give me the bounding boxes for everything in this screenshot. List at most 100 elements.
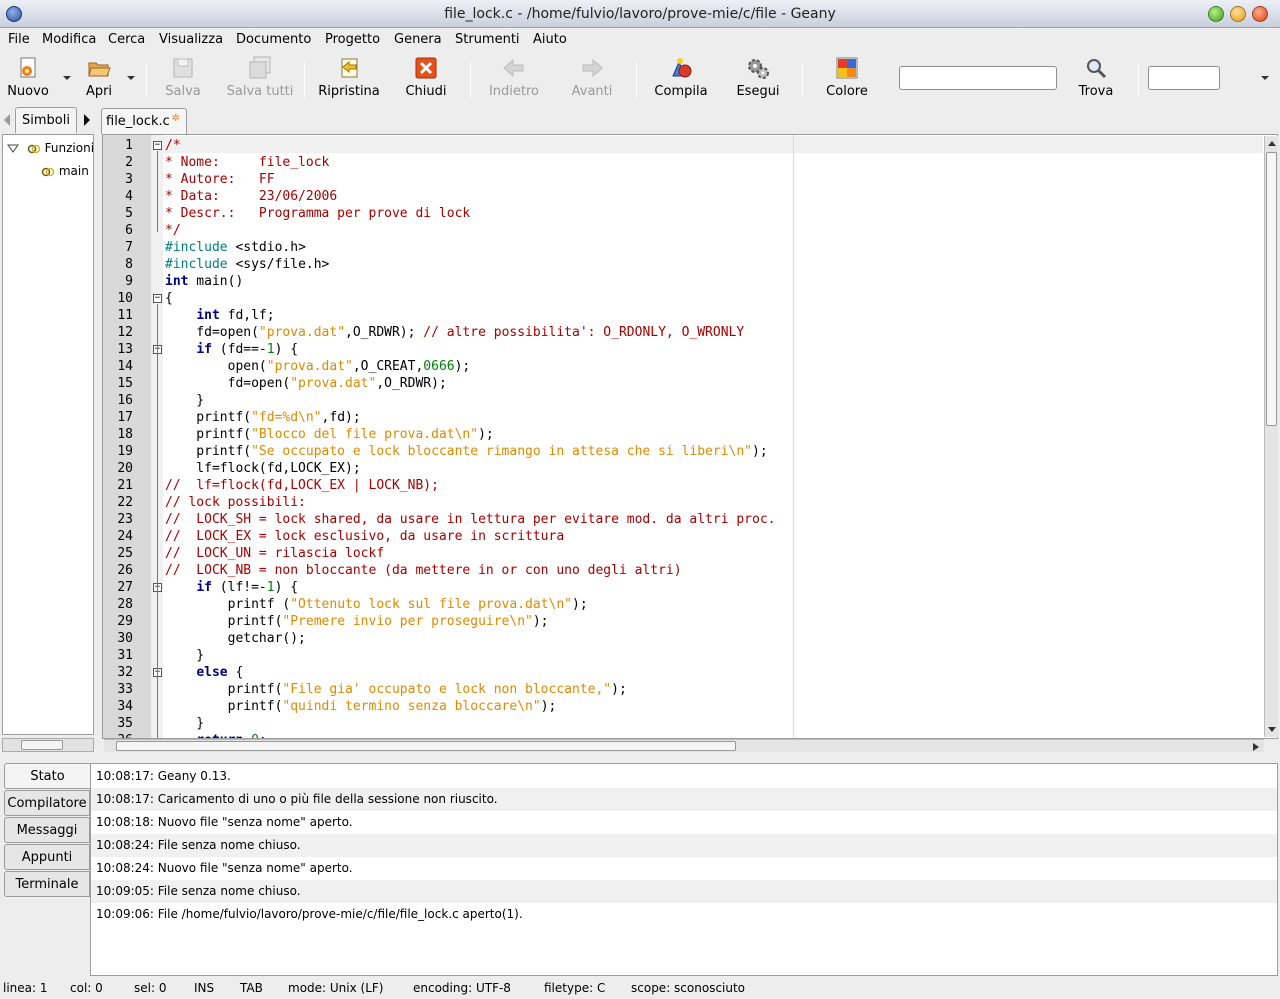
scroll-right-icon[interactable]: [1252, 742, 1260, 752]
goto-line-input[interactable]: [1148, 66, 1220, 90]
expander-down-icon[interactable]: [7, 144, 19, 154]
tree-group-funzioni[interactable]: Funzioni: [7, 141, 94, 155]
status-eol-mode: mode: Unix (LF): [288, 981, 384, 995]
code-line: printf("Se occupato e lock bloccante rim…: [165, 444, 768, 459]
sidebar-horizontal-scrollbar[interactable]: [2, 738, 94, 752]
code-line: }: [165, 648, 205, 663]
fold-margin[interactable]: −−−−−: [151, 135, 163, 738]
code-line: * Data: 23/06/2006: [165, 189, 338, 204]
status-message-row[interactable]: 10:08:17: Caricamento di uno o più file …: [91, 788, 1277, 811]
menu-strumenti[interactable]: Strumenti: [455, 32, 520, 47]
scrollbar-thumb[interactable]: [21, 740, 63, 750]
open-button[interactable]: Apri: [84, 56, 114, 100]
tab-scroll-right-icon[interactable]: [82, 113, 92, 127]
status-message-row[interactable]: 10:09:06: File /home/fulvio/lavoro/prove…: [91, 903, 1277, 926]
tab-messaggi[interactable]: Messaggi: [4, 817, 90, 843]
line-number: 24: [117, 529, 133, 544]
close-button[interactable]: Chiudi: [404, 56, 448, 100]
code-line: getchar();: [165, 631, 306, 646]
code-line: else {: [196, 665, 244, 680]
code-line: fd=open("prova.dat",O_RDWR);: [165, 376, 447, 391]
menu-documento[interactable]: Documento: [236, 32, 311, 47]
menu-file[interactable]: File: [8, 32, 30, 47]
back-label: Indietro: [488, 84, 540, 99]
revert-button[interactable]: Ripristina: [318, 56, 380, 100]
line-number: 25: [117, 546, 133, 561]
new-button[interactable]: Nuovo: [6, 56, 50, 100]
save-all-button[interactable]: Salva tutti: [226, 56, 294, 100]
tab-scroll-left-icon[interactable]: [2, 113, 12, 127]
status-message-row[interactable]: 10:08:24: Nuovo file "senza nome" aperto…: [91, 857, 1277, 880]
save-all-label: Salva tutti: [226, 84, 294, 99]
menu-modifica[interactable]: Modifica: [42, 32, 96, 47]
line-number: 22: [117, 495, 133, 510]
code-line: #include <stdio.h>: [165, 240, 306, 255]
document-tab[interactable]: file_lock.c ✲: [101, 108, 187, 134]
tab-stato[interactable]: Stato: [4, 763, 90, 789]
menu-aiuto[interactable]: Aiuto: [533, 32, 567, 47]
tree-item-main[interactable]: main: [41, 164, 89, 178]
code-line: return 0;: [165, 732, 266, 738]
code-line: int main(): [165, 274, 244, 289]
line-number: 31: [117, 648, 133, 663]
close-icon: [414, 56, 438, 80]
editor-horizontal-scrollbar[interactable]: [104, 739, 1264, 752]
color-label: Colore: [826, 84, 868, 99]
menu-genera[interactable]: Genera: [394, 32, 442, 47]
fold-line: [157, 151, 158, 232]
status-message-row[interactable]: 10:08:18: Nuovo file "senza nome" aperto…: [91, 811, 1277, 834]
fold-toggle-icon[interactable]: −: [153, 294, 162, 303]
menu-visualizza[interactable]: Visualizza: [159, 32, 223, 47]
symbols-tree: Funzioni main: [2, 134, 94, 735]
open-dropdown-arrow[interactable]: [127, 76, 135, 80]
editor-vertical-scrollbar[interactable]: [1264, 136, 1278, 737]
scrollbar-thumb[interactable]: [1266, 152, 1277, 426]
tab-appunti[interactable]: Appunti: [4, 844, 90, 870]
arrow-left-icon: [502, 56, 526, 80]
tab-simboli[interactable]: Simboli: [15, 107, 77, 133]
toolbar-separator: [802, 62, 803, 98]
menu-progetto[interactable]: Progetto: [325, 32, 380, 47]
toolbar-overflow-arrow[interactable]: [1261, 76, 1269, 80]
line-number: 21: [117, 478, 133, 493]
fold-toggle-icon[interactable]: −: [153, 141, 162, 150]
maximize-button[interactable]: [1230, 6, 1246, 22]
color-button[interactable]: Colore: [826, 56, 868, 100]
save-button[interactable]: Salva: [164, 56, 202, 100]
function-icon: [41, 167, 55, 176]
close-window-button[interactable]: [1252, 6, 1268, 22]
line-number: 2: [125, 155, 133, 170]
find-button[interactable]: Trova: [1078, 56, 1114, 100]
minimize-button[interactable]: [1208, 6, 1224, 22]
execute-button[interactable]: Esegui: [736, 56, 780, 100]
code-area[interactable]: /* * Nome: file_lock * Autore: FF * Data: 2…: [163, 135, 1263, 738]
code-editor[interactable]: 1 2 3 4 5 6 7 8 9 10 11 12 13 14 15 16 17 18 19 20 21 22 23 24 2…: [102, 134, 1278, 739]
line-number: 20: [117, 461, 133, 476]
compile-button[interactable]: Compila: [654, 56, 708, 100]
code-line: int fd,lf;: [196, 308, 275, 323]
magnifier-icon: [1084, 56, 1108, 80]
scrollbar-thumb[interactable]: [116, 741, 736, 751]
new-dropdown-arrow[interactable]: [63, 76, 71, 80]
forward-button[interactable]: Avanti: [570, 56, 614, 100]
save-icon: [171, 56, 195, 80]
status-message-row[interactable]: 10:08:24: File senza nome chiuso.: [91, 834, 1277, 857]
code-line: // LOCK_UN = rilascia lockf: [165, 546, 385, 561]
color-chooser-icon: [835, 56, 859, 80]
search-input[interactable]: [899, 66, 1057, 90]
scroll-down-icon[interactable]: [1267, 726, 1277, 734]
toolbar-separator: [470, 62, 471, 98]
tab-compilatore[interactable]: Compilatore: [4, 790, 90, 816]
long-line-marker: [793, 135, 794, 738]
menu-cerca[interactable]: Cerca: [108, 32, 145, 47]
line-number: 30: [117, 631, 133, 646]
modified-indicator-icon: ✲: [171, 113, 180, 124]
function-icon: [27, 144, 41, 153]
status-message-row[interactable]: 10:08:17: Geany 0.13.: [91, 765, 1277, 788]
tab-terminale[interactable]: Terminale: [4, 871, 90, 897]
scroll-up-icon[interactable]: [1267, 139, 1277, 147]
back-button[interactable]: Indietro: [488, 56, 540, 100]
tree-item-label: main: [58, 164, 89, 178]
status-message-row[interactable]: 10:09:05: File senza nome chiuso.: [91, 880, 1277, 903]
code-line: printf("Blocco del file prova.dat\n");: [165, 427, 494, 442]
